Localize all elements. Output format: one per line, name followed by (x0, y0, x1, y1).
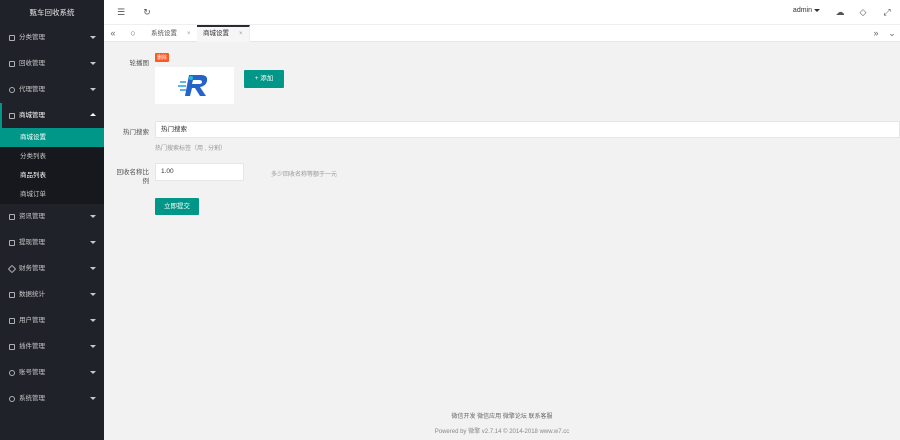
sidebar-item-label: 系统管理 (19, 395, 45, 402)
chevron-down-icon (90, 88, 96, 91)
folder-icon (9, 35, 15, 41)
tabs-menu-icon[interactable]: ⌄ (886, 27, 898, 40)
fullscreen-icon[interactable]: ⤢ (882, 7, 892, 17)
footer-powered: Powered by 微擎 v2.7.14 © 2014-2018 www.w7… (434, 429, 570, 435)
sidebar-item-stats[interactable]: 数据统计 (0, 282, 104, 308)
chevron-down-icon (90, 241, 96, 244)
user-icon (9, 318, 15, 324)
hot-search-hint: 热门搜索标签（用 , 分割） (155, 146, 227, 152)
close-icon[interactable]: × (187, 31, 191, 37)
sidebar-item-label: 代理管理 (19, 86, 45, 93)
sidebar-item-label: 账号管理 (19, 369, 45, 376)
tab-mall-settings[interactable]: 商城设置 × (197, 25, 250, 42)
submit-button[interactable]: 立即提交 (155, 198, 199, 215)
sidebar-item-mall[interactable]: 商城管理 (0, 103, 104, 128)
carousel-thumbnail (155, 67, 234, 104)
sidebar-item-label: 商城管理 (19, 111, 45, 119)
hot-search-input[interactable]: 热门搜索 (155, 121, 900, 138)
account-icon (9, 370, 15, 376)
sidebar-item-label: 分类管理 (19, 34, 45, 41)
logo-r-icon (155, 67, 234, 104)
top-header: ☰ ↻ admin ☁ ◇ ⤢ (104, 0, 900, 25)
ratio-label-line-2: 例 (142, 178, 150, 185)
submenu-item-product-list[interactable]: 商品列表 (0, 166, 104, 185)
ratio-input[interactable]: 1.00 (155, 163, 244, 181)
theme-icon[interactable]: ☁ (835, 7, 845, 17)
tag-icon[interactable]: ◇ (858, 7, 868, 17)
news-icon (9, 214, 15, 220)
chevron-down-icon (90, 397, 96, 400)
tabs-scroll-right-icon[interactable]: » (870, 27, 882, 40)
recycle-icon (9, 61, 15, 67)
home-icon[interactable]: ○ (127, 27, 139, 40)
sidebar-item-plugins[interactable]: 插件管理 (0, 334, 104, 360)
mall-submenu: 商城设置 分类列表 商品列表 商城订单 (0, 128, 104, 204)
sidebar-item-label: 回收管理 (19, 60, 45, 67)
tab-label: 系统设置 (151, 30, 177, 37)
sidebar-item-label: 数据统计 (19, 291, 45, 298)
sidebar-item-label: 用户管理 (19, 317, 45, 324)
delete-badge[interactable]: 删除 (155, 53, 170, 62)
sidebar-item-accounts[interactable]: 账号管理 (0, 360, 104, 386)
sidebar: 甄车回收系统 分类管理 回收管理 代理管理 商城管理 商城设置 分类列表 商品列… (0, 0, 104, 440)
ratio-hint: 多少回收名称等额于一元 (271, 172, 338, 178)
system-icon (9, 396, 15, 402)
sidebar-item-recycle[interactable]: 回收管理 (0, 51, 104, 77)
refresh-icon[interactable]: ↻ (142, 7, 152, 17)
tab-system-settings[interactable]: 系统设置 × (145, 25, 198, 42)
stats-icon (9, 292, 15, 298)
main-content: 轮播图 删除 + 添加 热门搜索 热门搜索 热门搜索标签（用 , 分割） 回收名… (104, 42, 900, 440)
sidebar-item-label: 插件管理 (19, 343, 45, 350)
sidebar-item-finance[interactable]: 财务管理 (0, 256, 104, 282)
chevron-down-icon (90, 267, 96, 270)
sidebar-item-withdraw[interactable]: 提现管理 (0, 230, 104, 256)
withdraw-icon (9, 240, 15, 246)
ratio-label: 回收名称比 例 (104, 168, 150, 186)
chevron-down-icon (90, 371, 96, 374)
hot-search-label: 热门搜索 (123, 129, 149, 136)
chevron-down-icon (90, 215, 96, 218)
submenu-item-category-list[interactable]: 分类列表 (0, 147, 104, 166)
sidebar-item-news[interactable]: 资讯管理 (0, 204, 104, 230)
sidebar-item-category[interactable]: 分类管理 (0, 25, 104, 51)
submenu-item-mall-orders[interactable]: 商城订单 (0, 185, 104, 204)
tab-bar: « ○ 系统设置 × 商城设置 × » ⌄ (104, 25, 900, 42)
plugin-icon (9, 344, 15, 350)
chevron-down-icon (814, 8, 820, 12)
sidebar-item-label: 提现管理 (19, 239, 45, 246)
user-menu[interactable]: admin (793, 7, 820, 14)
chevron-up-icon (90, 113, 96, 116)
finance-icon (7, 264, 17, 274)
chevron-down-icon (90, 345, 96, 348)
carousel-label: 轮播图 (129, 60, 150, 67)
sidebar-item-label: 财务管理 (19, 265, 45, 272)
chevron-down-icon (90, 293, 96, 296)
tabs-scroll-left-icon[interactable]: « (107, 27, 119, 40)
agent-icon (9, 87, 15, 93)
ratio-label-line-1: 回收名称比 (116, 169, 150, 176)
sidebar-item-users[interactable]: 用户管理 (0, 308, 104, 334)
menu-toggle-icon[interactable]: ☰ (116, 7, 126, 17)
chevron-down-icon (90, 36, 96, 39)
cart-icon (9, 112, 15, 119)
username: admin (792, 7, 812, 14)
sidebar-item-agent[interactable]: 代理管理 (0, 77, 104, 103)
add-image-button[interactable]: + 添加 (244, 70, 284, 88)
chevron-down-icon (90, 62, 96, 65)
close-icon[interactable]: × (239, 31, 243, 37)
tab-label: 商城设置 (203, 30, 229, 37)
footer-links[interactable]: 微信开发 微信应用 微擎论坛 联系客服 (104, 411, 900, 420)
sidebar-item-system[interactable]: 系统管理 (0, 386, 104, 412)
brand-title: 甄车回收系统 (0, 0, 104, 25)
sidebar-item-label: 资讯管理 (19, 213, 45, 220)
submenu-item-mall-settings[interactable]: 商城设置 (0, 128, 104, 147)
chevron-down-icon (90, 319, 96, 322)
